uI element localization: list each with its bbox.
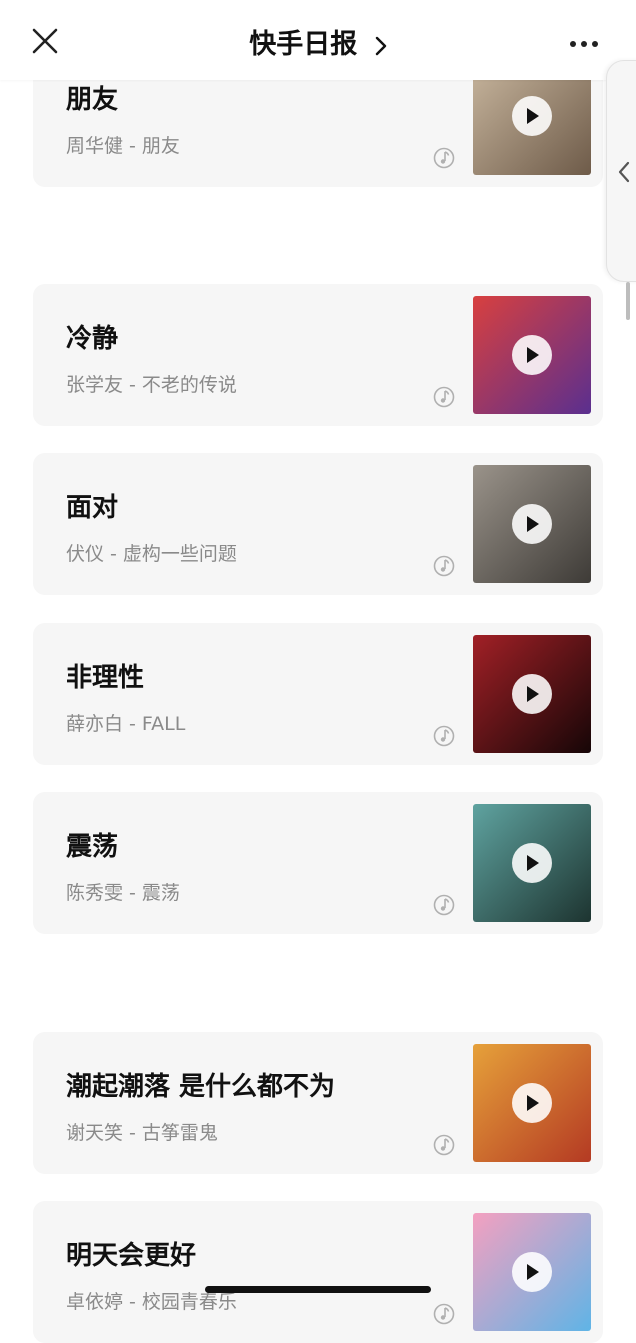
- chevron-left-icon: [618, 161, 630, 183]
- song-title: 明天会更好: [66, 1241, 197, 1271]
- play-button[interactable]: [512, 674, 552, 714]
- album-cover[interactable]: [473, 635, 591, 753]
- play-icon: [527, 855, 539, 871]
- song-title: 震荡: [66, 832, 119, 862]
- song-card[interactable]: 明天会更好 卓依婷 - 校园青春乐: [33, 1201, 603, 1343]
- song-card[interactable]: 潮起潮落 是什么都不为 谢天笑 - 古筝雷鬼: [33, 1032, 603, 1174]
- more-dot-icon: [570, 41, 576, 47]
- album-cover[interactable]: [473, 465, 591, 583]
- play-button[interactable]: [512, 1083, 552, 1123]
- song-title: 非理性: [66, 663, 145, 693]
- song-card[interactable]: 震荡 陈秀雯 - 震荡: [33, 792, 603, 934]
- side-drawer-handle[interactable]: [606, 60, 636, 282]
- music-note-icon: [433, 1303, 455, 1325]
- album-cover[interactable]: [473, 1213, 591, 1331]
- play-icon: [527, 1264, 539, 1280]
- song-title: 面对: [66, 493, 119, 523]
- music-note-icon: [433, 555, 455, 577]
- play-icon: [527, 516, 539, 532]
- album-cover[interactable]: [473, 804, 591, 922]
- home-indicator: [205, 1286, 431, 1293]
- song-artist-album: 谢天笑 - 古筝雷鬼: [66, 1122, 218, 1144]
- play-button[interactable]: [512, 843, 552, 883]
- play-button[interactable]: [512, 1252, 552, 1292]
- page-title-link[interactable]: 快手日报: [0, 22, 636, 61]
- more-dot-icon: [592, 41, 598, 47]
- play-button[interactable]: [512, 96, 552, 136]
- play-icon: [527, 1095, 539, 1111]
- music-note-icon: [433, 1134, 455, 1156]
- page-title: 快手日报: [249, 29, 358, 60]
- play-icon: [527, 108, 539, 124]
- song-artist-album: 陈秀雯 - 震荡: [66, 882, 180, 904]
- music-note-icon: [433, 147, 455, 169]
- scrollbar[interactable]: [626, 282, 630, 320]
- song-card[interactable]: 非理性 薛亦白 - FALL: [33, 623, 603, 765]
- play-icon: [527, 347, 539, 363]
- more-dot-icon: [581, 41, 587, 47]
- top-nav-bar: 快手日报: [0, 0, 636, 80]
- song-artist-album: 伏仪 - 虚构一些问题: [66, 543, 237, 565]
- play-button[interactable]: [512, 504, 552, 544]
- more-options-button[interactable]: [570, 32, 610, 52]
- play-button[interactable]: [512, 335, 552, 375]
- play-icon: [527, 686, 539, 702]
- music-note-icon: [433, 725, 455, 747]
- album-cover[interactable]: [473, 1044, 591, 1162]
- song-title: 朋友: [66, 85, 119, 115]
- chevron-right-icon: [375, 36, 386, 55]
- song-card[interactable]: 面对 伏仪 - 虚构一些问题: [33, 453, 603, 595]
- album-cover[interactable]: [473, 296, 591, 414]
- song-artist-album: 周华健 - 朋友: [66, 135, 180, 157]
- song-artist-album: 薛亦白 - FALL: [66, 713, 186, 735]
- song-title: 潮起潮落 是什么都不为: [66, 1072, 336, 1102]
- music-note-icon: [433, 386, 455, 408]
- song-artist-album: 张学友 - 不老的传说: [66, 374, 237, 396]
- song-card[interactable]: 冷静 张学友 - 不老的传说: [33, 284, 603, 426]
- music-note-icon: [433, 894, 455, 916]
- song-title: 冷静: [66, 324, 119, 354]
